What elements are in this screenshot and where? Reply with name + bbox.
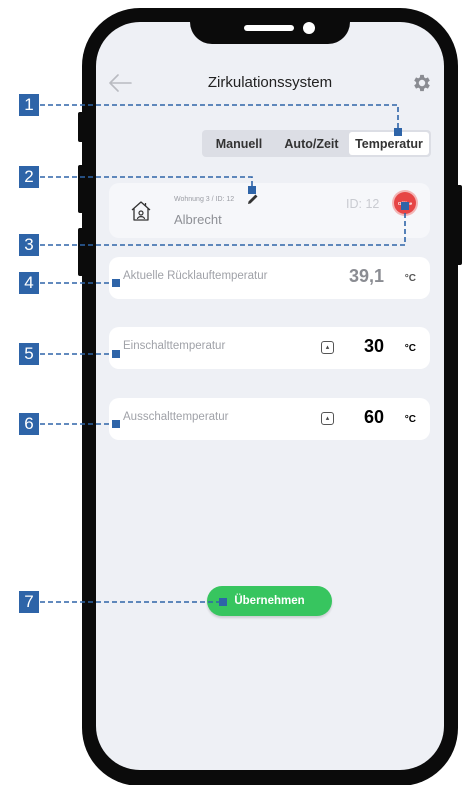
page-title: Zirkulationssystem	[207, 74, 333, 91]
stepper-icon[interactable]: ▴	[321, 341, 334, 354]
annotation-badge-1: 1	[19, 94, 39, 116]
device-card[interactable]: Wohnung 3 / ID: 12 Albrecht ID: 12 Offli…	[109, 183, 430, 238]
tab-manuell[interactable]: Manuell	[204, 132, 274, 155]
volume-up-button	[78, 165, 85, 213]
mute-switch	[78, 112, 85, 142]
annotation-badge-3: 3	[19, 234, 39, 256]
arrow-left-icon[interactable]	[107, 72, 133, 94]
annotation-badge-5: 5	[19, 343, 39, 365]
annotation-badge-2: 2	[19, 166, 39, 188]
power-button	[455, 185, 462, 265]
row-label: Aktuelle Rücklauftemperatur	[123, 270, 268, 282]
return-temperature-value: 39,1	[348, 266, 384, 286]
speaker	[244, 25, 294, 31]
tab-temperatur[interactable]: Temperatur	[349, 132, 429, 155]
switch-off-temperature-row[interactable]: Ausschalttemperatur ▴ 60 °C	[109, 398, 430, 440]
stepper-icon[interactable]: ▴	[321, 412, 334, 425]
gear-icon[interactable]	[411, 72, 433, 94]
device-name: Albrecht	[174, 212, 222, 227]
row-unit: °C	[404, 343, 416, 354]
camera	[303, 22, 315, 34]
return-temperature-row: Aktuelle Rücklauftemperatur 39,1 °C	[109, 257, 430, 299]
annotation-badge-4: 4	[19, 272, 39, 294]
switch-on-temperature-value[interactable]: 30	[364, 336, 384, 357]
device-id: ID: 12	[346, 197, 380, 211]
offline-status-badge: Offline	[394, 192, 416, 214]
row-label: Ausschalttemperatur	[123, 411, 229, 423]
apply-button[interactable]: Übernehmen	[207, 586, 332, 616]
switch-on-temperature-row[interactable]: Einschalttemperatur ▴ 30 °C	[109, 327, 430, 369]
switch-off-temperature-value[interactable]: 60	[364, 407, 384, 428]
volume-down-button	[78, 228, 85, 276]
pencil-icon[interactable]	[247, 193, 259, 205]
house-icon	[131, 201, 151, 221]
mode-tabs: Manuell Auto/Zeit Temperatur	[202, 130, 431, 157]
device-sub-label: Wohnung 3 / ID: 12	[174, 196, 235, 203]
row-unit: °C	[404, 414, 416, 425]
annotation-badge-7: 7	[19, 591, 39, 613]
annotation-badge-6: 6	[19, 413, 39, 435]
tab-auto-zeit[interactable]: Auto/Zeit	[274, 132, 349, 155]
row-unit: °C	[404, 273, 416, 284]
row-label: Einschalttemperatur	[123, 340, 226, 352]
